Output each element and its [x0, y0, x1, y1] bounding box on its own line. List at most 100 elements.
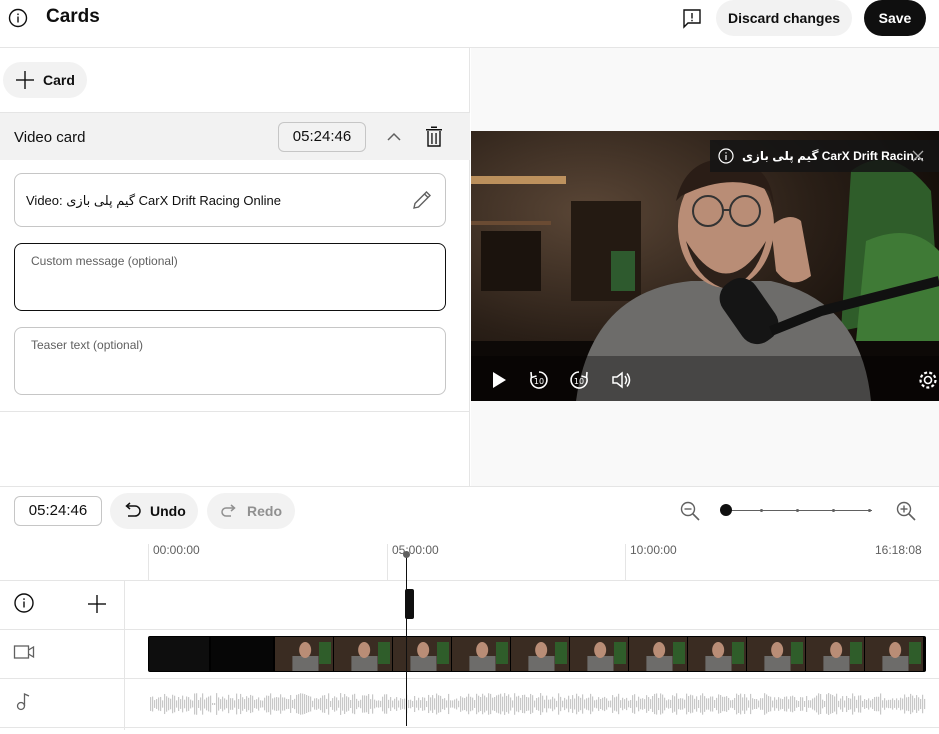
ruler-label: 05:00:00 — [392, 543, 439, 557]
selected-video-text: Video: گیم پلی بازی CarX Drift Racing On… — [26, 193, 281, 208]
zoom-in-icon[interactable] — [895, 500, 917, 522]
waveform-bar — [774, 697, 776, 711]
waveform-bar — [160, 696, 162, 712]
waveform-bar — [778, 697, 780, 711]
zoom-slider-track[interactable] — [726, 510, 872, 511]
waveform-bar — [276, 697, 278, 711]
waveform-bar — [364, 695, 366, 713]
zoom-slider-thumb[interactable] — [720, 504, 732, 516]
waveform-bar — [530, 693, 532, 715]
waveform-bar — [202, 693, 204, 715]
info-icon[interactable] — [13, 592, 35, 614]
waveform-bar — [716, 697, 718, 711]
gear-icon[interactable] — [917, 369, 939, 391]
card-teaser-overlay[interactable]: گیم پلی بازی CarX Drift Racin... — [710, 140, 939, 172]
chevron-up-icon[interactable] — [384, 127, 404, 147]
waveform-bar — [592, 696, 594, 712]
waveform-bar — [708, 698, 710, 710]
undo-button[interactable]: Undo — [110, 493, 198, 529]
waveform-bar — [566, 699, 568, 709]
waveform-bar — [600, 698, 602, 710]
waveform-bar — [254, 699, 256, 709]
waveform-bar — [330, 700, 332, 708]
waveform-bar — [878, 696, 880, 712]
waveform-bar — [662, 694, 664, 714]
volume-icon[interactable] — [610, 369, 632, 391]
video-card-header[interactable]: Video card 05:24:46 — [0, 112, 470, 160]
waveform-bar — [224, 698, 226, 710]
selected-video-field[interactable]: Video: گیم پلی بازی CarX Drift Racing On… — [14, 173, 446, 227]
waveform-bar — [250, 694, 252, 714]
waveform-bar — [532, 695, 534, 713]
video-preview[interactable]: گیم پلی بازی CarX Drift Racin... 10 10 — [471, 131, 939, 401]
zoom-tick — [796, 509, 799, 512]
info-icon[interactable] — [8, 8, 28, 28]
redo-button[interactable]: Redo — [207, 493, 295, 529]
close-icon[interactable] — [912, 150, 924, 162]
waveform-bar — [264, 697, 266, 711]
waveform-bar — [908, 696, 910, 712]
waveform-bar — [246, 696, 248, 712]
waveform-bar — [488, 693, 490, 715]
waveform-bar — [684, 699, 686, 709]
zoom-out-icon[interactable] — [679, 500, 701, 522]
play-icon[interactable] — [488, 369, 510, 391]
waveform-bar — [608, 700, 610, 708]
plus-icon — [16, 71, 34, 89]
waveform-bar — [496, 695, 498, 713]
add-card-button[interactable]: Card — [3, 62, 87, 98]
waveform-bar — [372, 694, 374, 714]
waveform-bar — [210, 695, 212, 713]
waveform-bar — [742, 697, 744, 711]
waveform-bar — [540, 693, 542, 715]
waveform-bar — [240, 693, 242, 715]
card-start-time-input[interactable]: 05:24:46 — [278, 122, 366, 152]
waveform-bar — [862, 700, 864, 708]
waveform-bar — [380, 700, 382, 708]
waveform-bar — [842, 696, 844, 712]
waveform-bar — [676, 693, 678, 715]
rewind-10-icon[interactable]: 10 — [528, 369, 550, 391]
waveform-bar — [898, 700, 900, 708]
video-filmstrip[interactable] — [148, 636, 926, 672]
waveform-bar — [370, 699, 372, 709]
forward-10-icon[interactable]: 10 — [568, 369, 590, 391]
pencil-icon[interactable] — [411, 189, 433, 211]
waveform-bar — [922, 694, 924, 714]
timeline-current-time[interactable]: 05:24:46 — [14, 496, 102, 526]
discard-changes-button[interactable]: Discard changes — [716, 0, 852, 36]
waveform-bar — [886, 700, 888, 708]
waveform-bar — [802, 697, 804, 711]
waveform-bar — [352, 694, 354, 714]
filmstrip-frame — [865, 637, 923, 671]
waveform-bar — [374, 699, 376, 709]
trash-icon[interactable] — [425, 126, 443, 148]
waveform-bar — [674, 696, 676, 712]
undo-label: Undo — [150, 503, 186, 519]
plus-icon[interactable] — [86, 593, 108, 615]
ruler-tick — [148, 544, 149, 580]
waveform-bar — [782, 699, 784, 709]
waveform-bar — [222, 696, 224, 712]
waveform-bar — [744, 694, 746, 714]
playhead-handle[interactable] — [403, 551, 410, 558]
save-button[interactable]: Save — [864, 0, 926, 36]
divider — [0, 678, 939, 679]
custom-message-input[interactable]: Custom message (optional) — [14, 243, 446, 311]
waveform-bar — [890, 699, 892, 709]
waveform-bar — [402, 699, 404, 709]
playhead[interactable] — [406, 553, 407, 726]
waveform-bar — [712, 696, 714, 712]
waveform-bar — [808, 700, 810, 708]
waveform-bar — [698, 699, 700, 709]
waveform-bar — [652, 695, 654, 713]
waveform-bar — [412, 700, 414, 708]
waveform-bar — [480, 697, 482, 711]
waveform-bar — [232, 698, 234, 710]
waveform-bar — [194, 693, 196, 715]
feedback-icon[interactable] — [682, 8, 702, 30]
waveform-bar — [820, 694, 822, 714]
teaser-text-input[interactable]: Teaser text (optional) — [14, 327, 446, 395]
waveform-bar — [536, 698, 538, 710]
waveform-bar — [612, 695, 614, 713]
